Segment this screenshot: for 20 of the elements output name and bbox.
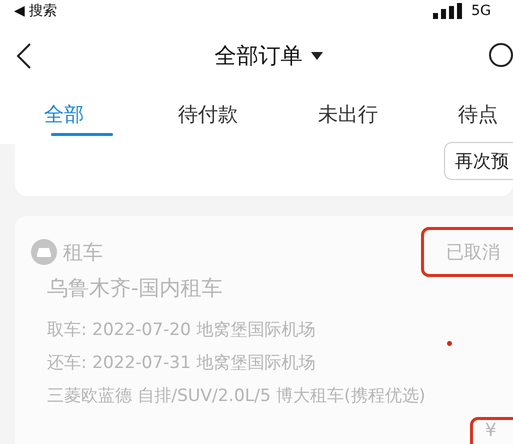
status-label: 已取消 (446, 241, 500, 264)
back-icon[interactable] (16, 42, 32, 70)
order-title: 乌鲁木齐-国内租车 (47, 275, 224, 302)
search-icon[interactable] (487, 42, 513, 70)
order-detail: 取车: 2022-07-20 地窝堡国际机场 (47, 319, 316, 341)
car-icon (31, 239, 57, 265)
tab[interactable]: 待点 (458, 84, 513, 144)
back-to-app-link[interactable]: ◀ 搜索 (14, 2, 58, 20)
tab[interactable]: 未出行 (318, 84, 458, 144)
book-again-button[interactable]: 再次预 (444, 142, 513, 180)
tab[interactable]: 全部 (44, 84, 178, 144)
category-label: 租车 (63, 238, 103, 266)
network-label: 5G (471, 3, 491, 19)
price-label: ¥ (485, 420, 496, 441)
page-title[interactable]: 全部订单 (214, 41, 302, 71)
annotation-dot (447, 341, 452, 346)
order-detail: 还车: 2022-07-31 地窝堡国际机场 (47, 352, 316, 374)
caret-icon[interactable] (310, 52, 322, 60)
order-detail: 三菱欧蓝德 自排/SUV/2.0L/5 博大租车(携程优选) (47, 385, 426, 407)
tab[interactable]: 待付款 (178, 84, 318, 144)
